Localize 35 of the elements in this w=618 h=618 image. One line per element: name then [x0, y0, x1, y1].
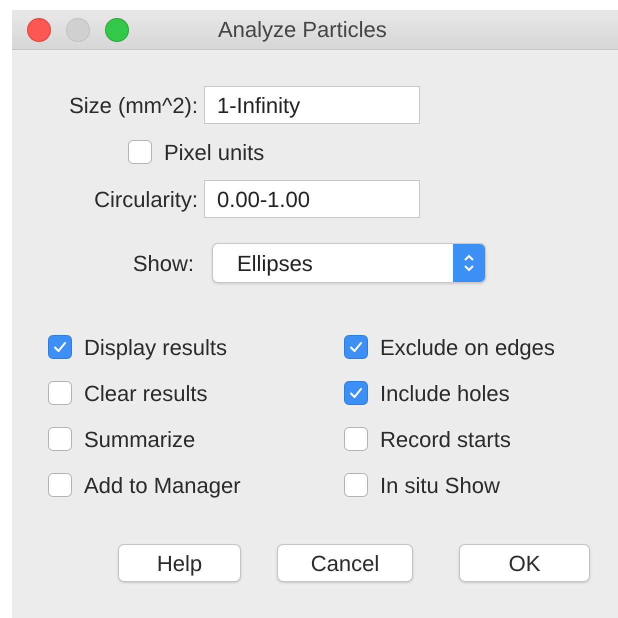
close-icon[interactable] — [27, 18, 51, 42]
check-icon — [53, 340, 67, 354]
checkbox[interactable] — [128, 140, 152, 164]
stepper-icon — [453, 244, 485, 282]
checkbox-label: In situ Show — [380, 472, 500, 500]
minimize-icon[interactable] — [66, 18, 90, 42]
dialog-button[interactable]: Cancel — [277, 544, 413, 582]
check-icon — [349, 340, 363, 354]
checkbox[interactable] — [344, 335, 368, 359]
field-label: Size (mm^2): — [68, 92, 198, 120]
input-field[interactable]: 0.00-1.00 — [204, 180, 420, 218]
zoom-icon[interactable] — [105, 18, 129, 42]
checkbox-label: Summarize — [84, 426, 196, 454]
checkbox[interactable] — [48, 335, 72, 359]
window-title: Analyze Particles — [218, 16, 387, 44]
checkbox-label: Display results — [84, 334, 228, 362]
checkbox-label: Pixel units — [164, 138, 264, 166]
dialog-button[interactable]: OK — [459, 544, 590, 582]
checkbox[interactable] — [48, 381, 72, 405]
checkbox-label: Clear results — [84, 380, 208, 408]
input-field[interactable]: 1-Infinity — [204, 86, 420, 124]
checkbox-label: Include holes — [380, 380, 510, 408]
checkbox[interactable] — [344, 473, 368, 497]
dialog-button[interactable]: Help — [118, 544, 241, 582]
field-label: Circularity: — [93, 186, 198, 214]
field-label: Show: — [132, 250, 194, 278]
dropdown[interactable]: Ellipses — [212, 243, 486, 283]
checkbox[interactable] — [48, 427, 72, 451]
checkbox-label: Record starts — [380, 426, 511, 454]
checkbox[interactable] — [344, 427, 368, 451]
checkbox-label: Add to Manager — [84, 472, 241, 500]
check-icon — [349, 386, 363, 400]
checkbox-label: Exclude on edges — [380, 334, 555, 362]
checkbox[interactable] — [48, 473, 72, 497]
checkbox[interactable] — [344, 381, 368, 405]
